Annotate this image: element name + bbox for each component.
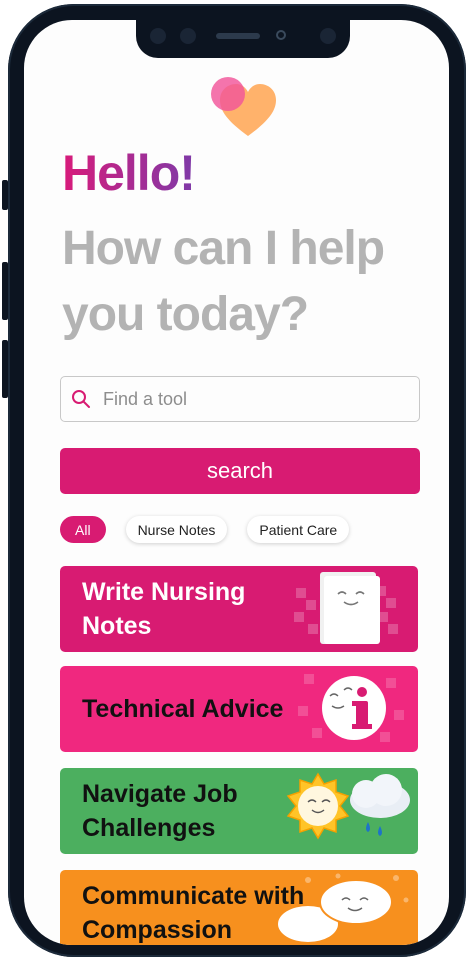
- tool-card-label: Write Nursing Notes: [82, 578, 246, 640]
- camera-icon: [150, 28, 166, 44]
- search-field[interactable]: [60, 376, 420, 422]
- filter-chip-patient-care[interactable]: Patient Care: [247, 516, 350, 543]
- sensor-icon: [276, 30, 286, 40]
- tool-card-label: Technical Advice: [82, 695, 284, 723]
- tool-card-label: Communicate with Compassion: [82, 882, 305, 944]
- filter-chip-nurse-notes[interactable]: Nurse Notes: [125, 516, 228, 543]
- side-button: [2, 180, 8, 210]
- prompt-heading: How can I help you today?: [62, 222, 385, 341]
- heart-logo-icon: [211, 77, 276, 136]
- tool-card-write-nursing-notes[interactable]: Write Nursing Notes: [60, 566, 418, 652]
- camera-icon: [180, 28, 196, 44]
- phone-notch: [136, 20, 350, 58]
- filter-chip-all[interactable]: All: [60, 516, 106, 543]
- side-button: [2, 340, 8, 398]
- tool-card-communicate-with-compassion[interactable]: Communicate with Compassion: [60, 870, 418, 945]
- search-icon: [72, 390, 90, 408]
- tool-card-technical-advice[interactable]: Technical Advice: [60, 666, 418, 752]
- camera-icon: [320, 28, 336, 44]
- tool-card-label: Navigate Job Challenges: [82, 780, 238, 842]
- speaker-icon: [216, 33, 260, 39]
- greeting-heading: Hello!: [62, 145, 196, 201]
- tool-card-navigate-job-challenges[interactable]: Navigate Job Challenges: [60, 768, 418, 854]
- side-button: [2, 262, 8, 320]
- search-button[interactable]: search: [60, 448, 420, 494]
- app-screen: Hello! How can I help you today? search …: [24, 20, 449, 945]
- search-input[interactable]: [101, 387, 385, 411]
- filter-chips: All Nurse Notes Patient Care: [60, 516, 350, 543]
